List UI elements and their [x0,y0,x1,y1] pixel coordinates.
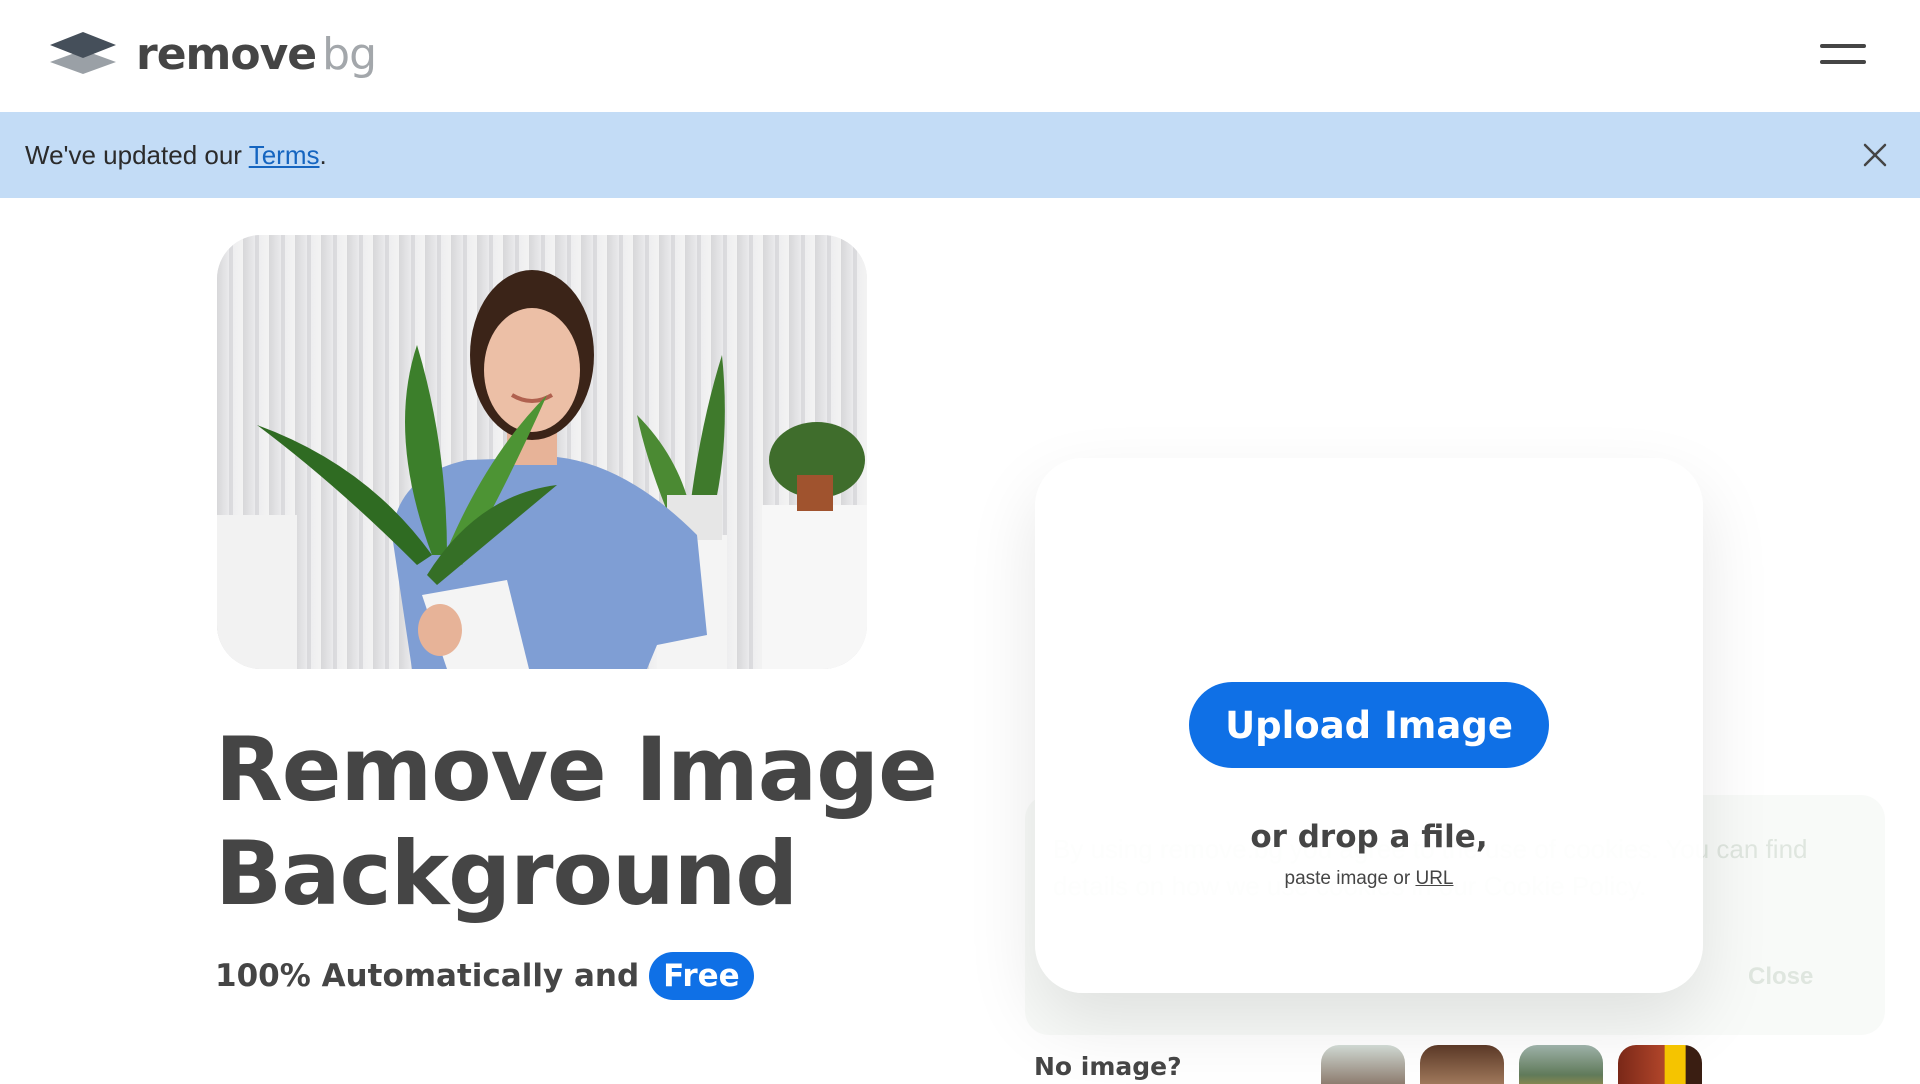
sample-thumbnails [1321,1045,1702,1084]
cookie-close-button[interactable]: Close [1748,963,1813,991]
logo-word-secondary: bg [322,28,377,80]
page-title: Remove Image Background [215,718,995,926]
logo-word-primary: remove [136,28,317,80]
menu-bar [1820,60,1866,64]
close-icon[interactable] [1860,140,1890,170]
hero-photo-illustration [217,235,867,669]
logo-wordmark: remove bg [136,28,377,80]
banner-text-before: We've updated our [25,139,249,170]
site-header: remove bg [0,0,1920,112]
paste-hint: paste image or URL [1035,868,1703,890]
banner-text-after: . [319,139,327,170]
upload-card[interactable]: Upload Image or drop a file, paste image… [1035,458,1703,993]
sample-thumbnail-animal[interactable] [1420,1045,1504,1084]
logo[interactable]: remove bg [48,28,377,80]
drop-file-text: or drop a file, [1250,819,1488,855]
banner-message: We've updated our Terms. [25,140,327,171]
sample-thumbnail-person[interactable] [1321,1045,1405,1084]
tagline: 100% Automatically and Free [215,952,754,1000]
paste-hint-text: paste image or [1284,868,1416,889]
page-title-line1: Remove Image [215,718,938,821]
sample-thumbnail-car[interactable] [1519,1045,1603,1084]
terms-banner: We've updated our Terms. [0,112,1920,198]
hamburger-menu-icon[interactable] [1820,40,1866,68]
menu-bar [1820,44,1866,48]
page-title-line2: Background [215,822,798,925]
tagline-text: 100% Automatically and [215,958,640,994]
logo-layers-icon [50,32,116,74]
url-link[interactable]: URL [1415,868,1453,889]
no-image-label: No image? [1034,1052,1182,1081]
hero-photo [217,235,867,669]
sample-thumbnail-product[interactable] [1618,1045,1702,1084]
terms-link[interactable]: Terms [249,140,320,170]
upload-image-button[interactable]: Upload Image [1189,682,1549,768]
free-badge: Free [649,952,754,1000]
